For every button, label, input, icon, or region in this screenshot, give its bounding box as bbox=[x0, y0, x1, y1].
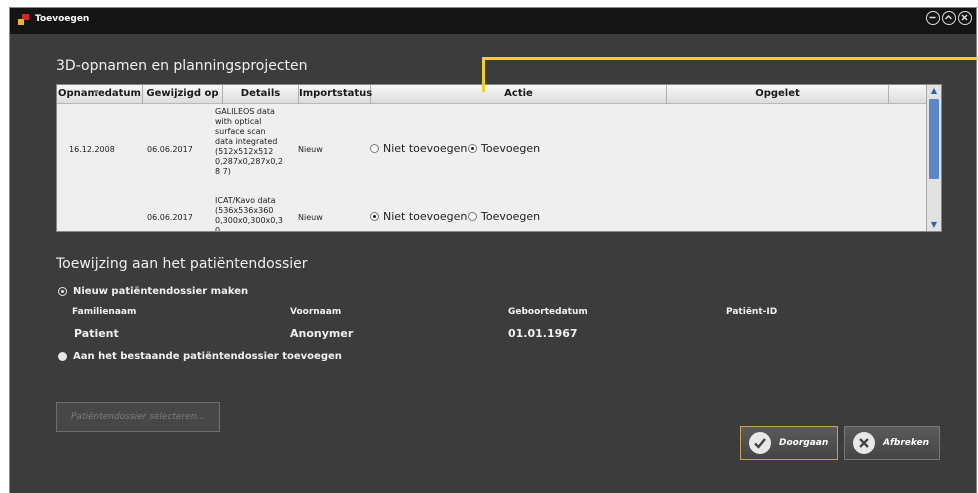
radio-niet-toevoegen[interactable]: Niet toevoegen bbox=[370, 210, 467, 223]
radio-off-icon bbox=[58, 352, 67, 361]
checkmark-icon bbox=[749, 432, 771, 454]
cell-gewijzigd: 06.06.2017 bbox=[147, 213, 193, 222]
label-voornaam: Voornaam bbox=[290, 307, 342, 317]
radio-label: Toevoegen bbox=[481, 210, 541, 223]
section-title-patient-assignment: Toewijzing aan het patiëntendossier bbox=[56, 256, 308, 272]
continue-button[interactable]: Doorgaan bbox=[740, 426, 838, 460]
table-header: ▼ Opnamedatum Gewijzigd op Details Impor… bbox=[57, 85, 927, 104]
radio-off-icon bbox=[468, 212, 477, 221]
table-row[interactable]: 16.12.2008 06.06.2017 GALILEOS data with… bbox=[57, 104, 927, 198]
select-patient-record-button[interactable]: Patiëntendossier selecteren... bbox=[56, 402, 220, 432]
sort-indicator-icon: ▼ bbox=[94, 89, 99, 96]
radio-label: Niet toevoegen bbox=[383, 210, 468, 223]
column-header-actie[interactable]: Actie bbox=[371, 85, 667, 103]
vertical-scrollbar[interactable]: ▲ ▼ bbox=[926, 85, 941, 231]
table-row[interactable]: 06.06.2017 ICAT/Kavo data (536x536x360 0… bbox=[57, 196, 927, 232]
scroll-thumb[interactable] bbox=[929, 99, 939, 179]
value-voornaam: Anonymer bbox=[290, 327, 354, 340]
cell-opnamedatum: 16.12.2008 bbox=[69, 145, 115, 154]
window-title: Toevoegen bbox=[35, 14, 90, 24]
radio-toevoegen[interactable]: Toevoegen bbox=[468, 210, 540, 223]
cancel-label: Afbreken bbox=[883, 438, 930, 448]
option-existing-patient-record[interactable]: Aan het bestaande patiëntendossier toevo… bbox=[58, 351, 342, 362]
cell-details: ICAT/Kavo data (536x536x360 0,300x0,300x… bbox=[215, 196, 283, 232]
app-logo-icon bbox=[18, 14, 30, 26]
recordings-table: ▼ Opnamedatum Gewijzigd op Details Impor… bbox=[56, 84, 942, 232]
cancel-button[interactable]: Afbreken bbox=[844, 426, 940, 460]
cell-importstatus: Nieuw bbox=[298, 145, 323, 154]
radio-on-icon bbox=[468, 144, 477, 153]
cell-details: GALILEOS data with optical surface scan … bbox=[215, 107, 283, 176]
radio-toevoegen[interactable]: Toevoegen bbox=[468, 142, 540, 155]
value-familienaam: Patient bbox=[74, 327, 119, 340]
radio-on-icon bbox=[58, 287, 67, 296]
radio-label: Niet toevoegen bbox=[383, 142, 468, 155]
option-label: Aan het bestaande patiëntendossier toevo… bbox=[73, 351, 342, 362]
radio-label: Toevoegen bbox=[481, 142, 541, 155]
column-header-importstatus[interactable]: Importstatus bbox=[299, 85, 372, 103]
cancel-x-icon bbox=[853, 432, 875, 454]
title-bar: Toevoegen bbox=[10, 8, 976, 34]
cell-importstatus: Nieuw bbox=[298, 213, 323, 222]
close-icon[interactable] bbox=[958, 11, 972, 25]
column-header-extra bbox=[889, 85, 927, 103]
scroll-down-icon[interactable]: ▼ bbox=[927, 219, 941, 231]
column-header-opnamedatum[interactable]: ▼ Opnamedatum bbox=[57, 85, 143, 103]
radio-niet-toevoegen[interactable]: Niet toevoegen bbox=[370, 142, 467, 155]
option-label: Nieuw patiëntendossier maken bbox=[73, 286, 249, 297]
section-title-recordings: 3D-opnamen en planningsprojecten bbox=[56, 58, 308, 74]
radio-on-icon bbox=[370, 212, 379, 221]
import-dialog: Toevoegen 3D-opnamen en planningsproject… bbox=[10, 8, 976, 493]
column-header-details[interactable]: Details bbox=[223, 85, 299, 103]
column-header-opgelet[interactable]: Opgelet bbox=[667, 85, 889, 103]
callout-line bbox=[482, 57, 485, 92]
callout-line bbox=[482, 57, 978, 60]
radio-off-icon bbox=[370, 144, 379, 153]
option-new-patient-record[interactable]: Nieuw patiëntendossier maken bbox=[58, 286, 248, 297]
maximize-icon[interactable] bbox=[942, 11, 956, 25]
minimize-icon[interactable] bbox=[926, 11, 940, 25]
value-geboortedatum: 01.01.1967 bbox=[508, 327, 578, 340]
column-header-gewijzigd[interactable]: Gewijzigd op bbox=[143, 85, 223, 103]
label-patient-id: Patiënt-ID bbox=[726, 307, 778, 317]
continue-label: Doorgaan bbox=[779, 438, 829, 448]
label-familienaam: Familienaam bbox=[72, 307, 137, 317]
scroll-up-icon[interactable]: ▲ bbox=[927, 85, 941, 97]
label-geboortedatum: Geboortedatum bbox=[508, 307, 588, 317]
cell-gewijzigd: 06.06.2017 bbox=[147, 145, 193, 154]
column-label: Opnamedatum bbox=[58, 88, 141, 99]
